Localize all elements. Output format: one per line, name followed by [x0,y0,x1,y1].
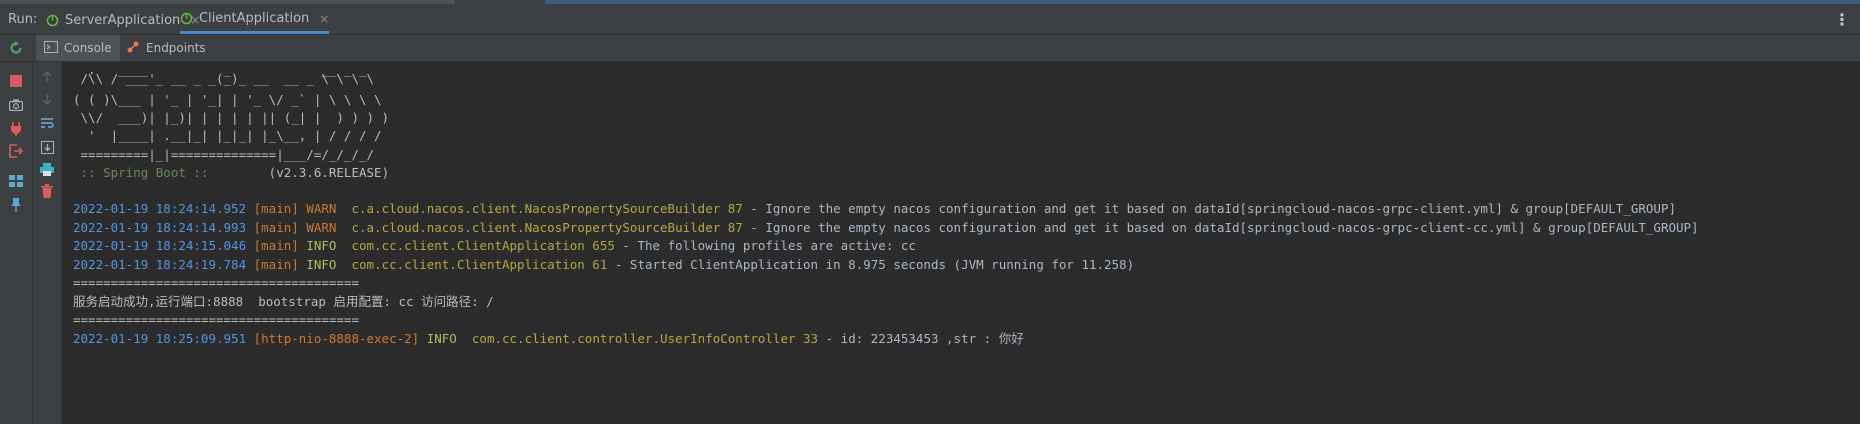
soft-wrap-icon[interactable] [38,114,56,132]
pin-icon[interactable] [7,196,25,214]
log-level: INFO [306,257,344,272]
top-strip-left [0,0,455,4]
run-actions-toolbar [0,62,33,424]
spring-leaf-icon [46,14,59,27]
log-line: 2022-01-19 18:25:09.951 [http-nio-8888-e… [73,329,1024,349]
spring-leaf-icon [180,12,193,25]
log-timestamp: 2022-01-19 18:24:15.046 [73,238,247,253]
tab-endpoints[interactable]: Endpoints [118,35,214,61]
log-timestamp: 2022-01-19 18:24:19.784 [73,257,247,272]
log-logger: com.cc.client.ClientApplication 61 [351,257,608,272]
separator-line: ====================================== [73,275,359,290]
run-label: Run: [8,12,38,27]
run-tab-bar: Run: ServerApplication × ClientApplicati… [0,6,1860,35]
endpoints-icon [126,40,140,57]
log-line: 2022-01-19 18:24:19.784 [main] INFO com.… [73,255,1134,275]
log-logger: com.cc.client.ClientApplication 655 [351,238,615,253]
console-output[interactable]: . ____ _ __ _ _ /\\ / ___'_ __ _ _(_)_ _… [62,62,1860,424]
log-logger: com.cc.client.controller.UserInfoControl… [471,331,819,346]
up-arrow-icon[interactable] [38,68,56,86]
console-sub-bar: Console Endpoints [0,35,1860,62]
log-thread: [main] [253,220,299,235]
log-thread: [main] [253,201,299,216]
log-level: INFO [426,331,465,346]
banner-line: =========|_|==============|___/=/_/_/_/ [73,147,375,162]
tab-server-application[interactable]: ServerApplication × [46,6,200,34]
log-thread: [main] [253,238,299,253]
log-timestamp: 2022-01-19 18:24:14.952 [73,201,247,216]
log-line: 2022-01-19 18:24:14.993 [main] WARN c.a.… [73,218,1699,238]
tab-console[interactable]: Console [36,35,120,61]
banner-line: ( ( )\___ | '_ | '_| | '_ \/ _` | \ \ \ … [73,92,382,107]
banner-line: ' |____| .__|_| |_|_| |_\__, | / / / / [73,128,382,143]
banner-line: /\\ / ___'_ __ _ _(_)_ __ __ _ \ \ \ \ [73,71,375,86]
spring-boot-version: (v2.3.6.RELEASE) [216,165,390,180]
scroll-to-end-icon[interactable] [38,138,56,156]
console-icon [44,40,58,56]
tab-label: ClientApplication [199,11,310,26]
log-level: WARN [306,201,344,216]
log-logger: c.a.cloud.nacos.client.NacosPropertySour… [351,220,743,235]
stop-icon[interactable] [7,72,25,90]
top-strip-right [545,0,1860,4]
log-timestamp: 2022-01-19 18:25:09.951 [73,331,247,346]
down-arrow-icon[interactable] [38,90,56,108]
banner-line: \\/ ___)| |_)| | | | | || (_| | ) ) ) ) [73,110,390,125]
spring-boot-version-line: :: Spring Boot :: (v2.3.6.RELEASE) [73,163,390,183]
plug-icon[interactable] [7,120,25,138]
print-icon[interactable] [38,160,56,178]
log-level: WARN [306,220,344,235]
layout-icon[interactable] [7,172,25,190]
tab-label: Console [64,41,112,55]
tab-label: Endpoints [146,41,206,55]
log-thread: [main] [253,257,299,272]
tab-label: ServerApplication [65,12,181,28]
trash-icon[interactable] [38,182,56,200]
startup-message: 服务启动成功,运行端口:8888 bootstrap 启用配置: cc 访问路径… [73,294,494,309]
log-logger: c.a.cloud.nacos.client.NacosPropertySour… [351,201,743,216]
log-message: - Ignore the empty nacos configuration a… [742,220,1699,235]
close-icon[interactable]: × [319,12,329,26]
log-timestamp: 2022-01-19 18:24:14.993 [73,220,247,235]
more-options-icon[interactable]: ⋮ [1834,10,1850,29]
spring-boot-label: :: Spring Boot :: [73,165,216,180]
tab-client-application[interactable]: ClientApplication × [180,6,330,34]
separator-line: ====================================== [73,312,359,327]
log-message: - Started ClientApplication in 8.975 sec… [607,257,1135,272]
log-message: - Ignore the empty nacos configuration a… [742,201,1677,216]
console-actions-toolbar [33,62,62,424]
log-message: - The following profiles are active: cc [614,238,916,253]
log-line: 2022-01-19 18:24:14.952 [main] WARN c.a.… [73,199,1676,219]
rerun-icon[interactable] [8,40,24,56]
log-level: INFO [306,238,344,253]
log-line: 2022-01-19 18:24:15.046 [main] INFO com.… [73,236,916,256]
exit-icon[interactable] [7,142,25,160]
log-thread: [http-nio-8888-exec-2] [253,331,420,346]
camera-icon[interactable] [7,96,25,114]
log-message: - id: 223453453 ,str : 你好 [818,331,1024,346]
